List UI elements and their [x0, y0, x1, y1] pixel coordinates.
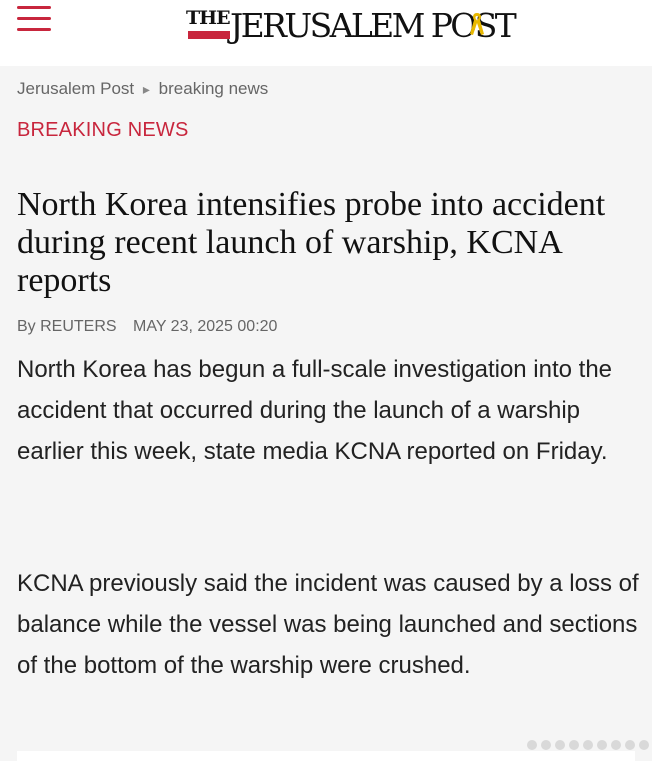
watermark-dots — [527, 738, 649, 752]
watermark-dot — [639, 740, 649, 750]
breadcrumb-home-link[interactable]: Jerusalem Post — [17, 79, 134, 98]
byline-author: By REUTERS — [17, 318, 117, 335]
embedded-content-card — [17, 751, 635, 761]
watermark-dot — [611, 740, 621, 750]
watermark-dot — [583, 740, 593, 750]
article-paragraph: KCNA previously said the incident was ca… — [17, 570, 639, 679]
article-date: MAY 23, 2025 00:20 — [133, 318, 278, 335]
site-logo[interactable]: THE JERUSALEM POST — [186, 4, 517, 46]
chevron-right-icon: ▸ — [142, 81, 150, 97]
watermark-dot — [597, 740, 607, 750]
category-label[interactable]: BREAKING NEWS — [17, 119, 189, 142]
watermark-dot — [527, 740, 537, 750]
menu-bar — [17, 28, 51, 31]
breadcrumb-section-link[interactable]: breaking news — [159, 79, 269, 98]
menu-bar — [17, 6, 51, 9]
watermark-dot — [555, 740, 565, 750]
logo-the: THE — [186, 7, 231, 29]
logo-red-bar — [188, 31, 230, 39]
breadcrumb: Jerusalem Post ▸ breaking news — [17, 79, 268, 99]
article-headline: North Korea intensifies probe into accid… — [17, 186, 606, 299]
watermark-dot — [541, 740, 551, 750]
watermark-dot — [625, 740, 635, 750]
article-paragraph: North Korea has begun a full-scale inves… — [17, 356, 613, 465]
menu-bar — [17, 17, 51, 20]
site-header: THE JERUSALEM POST — [0, 0, 652, 66]
byline: By REUTERS MAY 23, 2025 00:20 — [17, 318, 277, 336]
hamburger-menu-icon[interactable] — [17, 4, 51, 32]
yellow-ribbon-icon — [470, 13, 484, 35]
watermark-dot — [569, 740, 579, 750]
